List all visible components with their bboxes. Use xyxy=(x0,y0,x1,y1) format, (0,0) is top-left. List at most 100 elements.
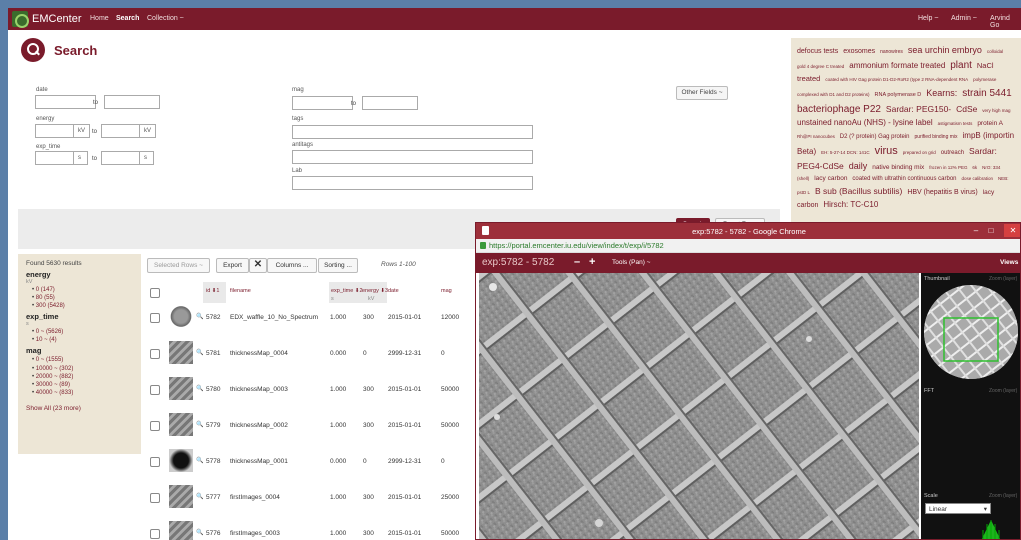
export-button[interactable]: Export xyxy=(216,258,249,273)
zoom-icon[interactable]: 🔍 xyxy=(196,457,203,464)
micrograph-image[interactable] xyxy=(479,273,919,539)
tag-link[interactable]: carbon xyxy=(797,202,818,209)
mag-to-input[interactable] xyxy=(362,96,418,110)
tag-link[interactable]: Kearns: xyxy=(926,88,957,98)
facet-item[interactable]: 20000 ~ (882) xyxy=(32,373,133,381)
zoom-out-button[interactable]: – xyxy=(574,256,580,268)
zoom-icon[interactable]: 🔍 xyxy=(196,421,203,428)
other-fields-button[interactable]: Other Fields ~ xyxy=(676,86,728,100)
col-mag-header[interactable]: mag xyxy=(441,288,452,294)
col-filename-header[interactable]: filename xyxy=(230,288,251,294)
facet-item[interactable]: 0 ~ (1555) xyxy=(32,356,133,364)
tag-link[interactable]: unstained nanoAu (NHS) - lysine label xyxy=(797,118,933,127)
selected-rows-button[interactable]: Selected Rows ~ xyxy=(147,258,210,273)
tag-link[interactable]: very high mag xyxy=(982,108,1010,113)
minimize-button[interactable]: – xyxy=(970,225,982,237)
tag-link[interactable]: sea urchin embryo xyxy=(908,45,982,55)
tools-menu[interactable]: Tools (Pan) ~ xyxy=(612,259,650,266)
tag-link[interactable]: Rh@PI nanocubes xyxy=(797,134,835,139)
nav-collection[interactable]: Collection ~ xyxy=(147,15,184,22)
select-all-checkbox[interactable] xyxy=(150,288,160,298)
tag-link[interactable]: EH: 5-27-14 DCN: 141C xyxy=(821,150,870,155)
scale-select[interactable]: Linear ▾ xyxy=(925,503,991,514)
tag-link[interactable]: daily xyxy=(849,161,868,171)
tag-link[interactable]: lacy carbon xyxy=(814,175,847,182)
tag-link[interactable]: prepared on grid xyxy=(903,150,936,155)
col-date-header[interactable]: date xyxy=(388,288,399,294)
nav-help[interactable]: Help ~ xyxy=(918,15,938,22)
brand[interactable]: EMCenter xyxy=(12,11,82,28)
row-checkbox[interactable] xyxy=(150,493,160,503)
tag-link[interactable]: Hirsch: TC-C10 xyxy=(823,200,878,209)
sorting-button[interactable]: Sorting ... xyxy=(318,258,358,273)
tag-link[interactable]: coated with ultrathin continuous carbon xyxy=(852,176,956,182)
facet-item[interactable]: 10 ~ (4) xyxy=(32,336,133,344)
row-thumbnail[interactable] xyxy=(169,377,193,400)
tag-link[interactable]: gold 4 degree C treated xyxy=(797,64,844,69)
zoom-icon[interactable]: 🔍 xyxy=(196,385,203,392)
tag-link[interactable]: nanowires xyxy=(880,49,903,55)
cell-filename[interactable]: thicknessMap_0003 xyxy=(230,386,288,393)
tag-link[interactable]: B sub (Bacillus subtilis) xyxy=(815,186,902,196)
facet-item[interactable]: 30000 ~ (89) xyxy=(32,381,133,389)
tag-link[interactable]: treated xyxy=(797,74,820,83)
tag-link[interactable]: colloidal xyxy=(987,49,1003,54)
facet-item[interactable]: 80 (55) xyxy=(32,294,133,302)
nav-admin[interactable]: Admin ~ xyxy=(951,15,977,22)
row-thumbnail[interactable] xyxy=(169,485,193,508)
zoom-icon[interactable]: 🔍 xyxy=(196,313,203,320)
zoom-in-button[interactable]: + xyxy=(589,256,595,268)
cell-filename[interactable]: thicknessMap_0004 xyxy=(230,350,288,357)
tag-link[interactable]: 6k xyxy=(972,165,977,170)
facet-item[interactable]: 0 (147) xyxy=(32,286,133,294)
tag-link[interactable]: frozen in 12% PEG xyxy=(929,165,967,170)
tag-link[interactable]: RNA polymerase D xyxy=(875,92,922,98)
address-bar[interactable]: https://portal.emcenter.iu.edu/view/inde… xyxy=(476,239,1020,253)
views-menu[interactable]: Views xyxy=(1000,259,1018,266)
tags-input[interactable] xyxy=(292,125,533,139)
cell-filename[interactable]: EDX_waffle_10_No_Spectrum xyxy=(230,314,318,321)
zoom-icon[interactable]: 🔍 xyxy=(196,493,203,500)
tag-link[interactable]: exosomes xyxy=(843,48,875,55)
row-thumbnail[interactable] xyxy=(169,449,193,472)
antitags-input[interactable] xyxy=(292,150,533,164)
lab-input[interactable] xyxy=(292,176,533,190)
col-exp-time-header[interactable]: exp_time ⬇2 xyxy=(331,288,363,294)
facet-item[interactable]: 40000 ~ (833) xyxy=(32,389,133,397)
maximize-button[interactable]: □ xyxy=(985,225,997,237)
zoom-icon[interactable]: 🔍 xyxy=(196,349,203,356)
facet-item[interactable]: 300 (5428) xyxy=(32,302,133,310)
tag-link[interactable]: outreach xyxy=(941,150,964,156)
row-thumbnail[interactable] xyxy=(169,341,193,364)
tag-link[interactable]: native binding mix xyxy=(872,164,924,171)
exp-time-to-input[interactable] xyxy=(101,151,140,165)
tag-link[interactable]: purified binding mix xyxy=(914,134,957,140)
tag-link[interactable]: HBV (hepatitis B virus) xyxy=(907,189,977,196)
facet-item[interactable]: 0 ~ (5626) xyxy=(32,328,133,336)
tag-link[interactable]: lacy xyxy=(983,189,995,196)
tag-link[interactable]: virus xyxy=(875,145,898,157)
row-checkbox[interactable] xyxy=(150,457,160,467)
row-thumbnail[interactable] xyxy=(169,521,193,540)
tag-link[interactable]: Sardar: PEG150- xyxy=(886,104,951,114)
row-thumbnail[interactable] xyxy=(169,305,193,328)
column-resize-icon[interactable]: ✕ xyxy=(249,258,267,273)
row-checkbox[interactable] xyxy=(150,529,160,539)
tag-link[interactable]: dose calibration xyxy=(961,176,993,181)
row-thumbnail[interactable] xyxy=(169,413,193,436)
tag-link[interactable]: NaCl xyxy=(977,61,994,70)
nav-home[interactable]: Home xyxy=(90,15,109,22)
tag-link[interactable]: protein A xyxy=(977,120,1003,127)
tag-link[interactable]: D2 (? protein) Gag protein xyxy=(840,134,910,140)
exp-time-from-input[interactable] xyxy=(35,151,74,165)
nav-search[interactable]: Search xyxy=(116,15,139,22)
tag-link[interactable]: CdSe xyxy=(956,104,977,114)
cell-filename[interactable]: firstImages_0003 xyxy=(230,530,280,537)
row-checkbox[interactable] xyxy=(150,349,160,359)
row-checkbox[interactable] xyxy=(150,385,160,395)
tag-link[interactable]: plant xyxy=(950,60,972,71)
cell-filename[interactable]: firstImages_0004 xyxy=(230,494,280,501)
thumbnail-preview[interactable] xyxy=(924,285,1018,379)
cell-filename[interactable]: thicknessMap_0001 xyxy=(230,458,288,465)
columns-button[interactable]: Columns ... xyxy=(267,258,317,273)
